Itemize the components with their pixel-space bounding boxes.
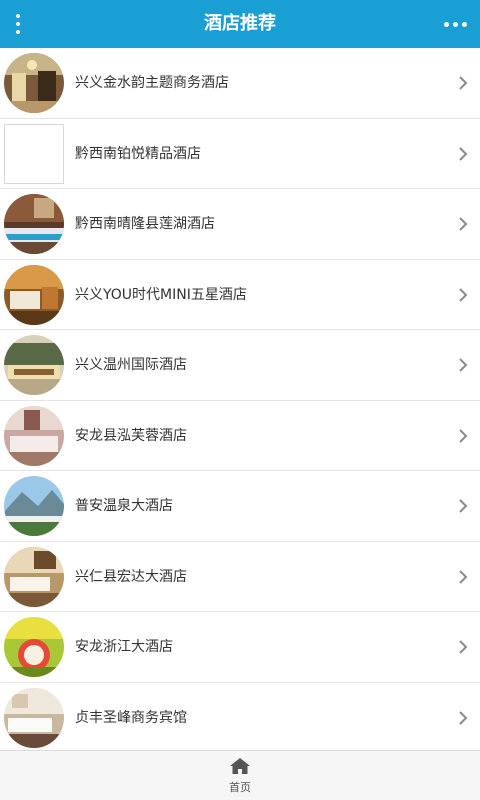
hotel-thumbnail xyxy=(4,617,64,677)
hotel-list-item[interactable]: 安龙县泓芙蓉酒店 xyxy=(0,400,480,471)
app-screen: 酒店推荐 兴义金水韵主题商务酒店 黔西南铂悦精品酒店 黔西南晴隆县莲湖酒店 兴义… xyxy=(0,0,480,800)
hotel-thumbnail xyxy=(4,546,64,607)
hotel-name: 兴义温州国际酒店 xyxy=(75,357,187,373)
chevron-right-icon xyxy=(459,287,468,302)
hotel-name: 普安温泉大酒店 xyxy=(75,498,173,514)
hotel-thumbnail xyxy=(4,335,64,395)
chevron-right-icon xyxy=(459,428,468,443)
hotel-list-item[interactable]: 兴仁县宏达大酒店 xyxy=(0,541,480,612)
hotel-list-item[interactable]: 黔西南铂悦精品酒店 xyxy=(0,118,480,189)
top-bar: 酒店推荐 xyxy=(0,0,480,48)
hotel-list-item[interactable]: 兴义YOU时代MINI五星酒店 xyxy=(0,259,480,330)
hotel-thumbnail-empty xyxy=(4,123,64,184)
hotel-list-item[interactable]: 兴义温州国际酒店 xyxy=(0,330,480,401)
hotel-list-item[interactable]: 安龙浙江大酒店 xyxy=(0,612,480,683)
hotel-name: 贞丰圣峰商务宾馆 xyxy=(75,709,187,726)
hotel-thumbnail xyxy=(4,194,64,254)
hotel-thumbnail xyxy=(4,405,64,466)
hotel-name: 黔西南晴隆县莲湖酒店 xyxy=(75,216,215,232)
hotel-name: 兴义金水韵主题商务酒店 xyxy=(75,75,229,91)
hotel-thumbnail xyxy=(4,476,64,536)
hotel-name: 黔西南铂悦精品酒店 xyxy=(75,145,201,162)
home-tab-label: 首页 xyxy=(229,781,251,794)
hotel-thumbnail xyxy=(4,264,64,325)
chevron-right-icon xyxy=(459,146,468,161)
page-title: 酒店推荐 xyxy=(204,13,276,34)
hotel-list-item[interactable]: 普安温泉大酒店 xyxy=(0,471,480,542)
hotel-list: 兴义金水韵主题商务酒店 黔西南铂悦精品酒店 黔西南晴隆县莲湖酒店 兴义YOU时代… xyxy=(0,48,480,750)
chevron-right-icon xyxy=(459,640,468,654)
hotel-list-item[interactable]: 兴义金水韵主题商务酒店 xyxy=(0,48,480,119)
horizontal-dots-icon[interactable] xyxy=(440,8,470,40)
hotel-name: 安龙县泓芙蓉酒店 xyxy=(75,427,187,444)
chevron-right-icon xyxy=(459,710,468,725)
hotel-name: 兴仁县宏达大酒店 xyxy=(75,568,187,585)
home-icon xyxy=(230,758,250,774)
hotel-list-item[interactable]: 黔西南晴隆县莲湖酒店 xyxy=(0,189,480,260)
hotel-name: 兴义YOU时代MINI五星酒店 xyxy=(75,286,247,303)
home-tab[interactable]: 首页 xyxy=(210,755,270,799)
chevron-right-icon xyxy=(459,499,468,513)
hotel-thumbnail xyxy=(4,687,64,748)
chevron-right-icon xyxy=(459,76,468,90)
hotel-thumbnail xyxy=(4,53,64,113)
hotel-name: 安龙浙江大酒店 xyxy=(75,639,173,655)
chevron-right-icon xyxy=(459,569,468,584)
bottom-nav: 首页 xyxy=(0,750,480,800)
chevron-right-icon xyxy=(459,358,468,372)
hotel-list-item[interactable]: 贞丰圣峰商务宾馆 xyxy=(0,682,480,750)
chevron-right-icon xyxy=(459,217,468,231)
